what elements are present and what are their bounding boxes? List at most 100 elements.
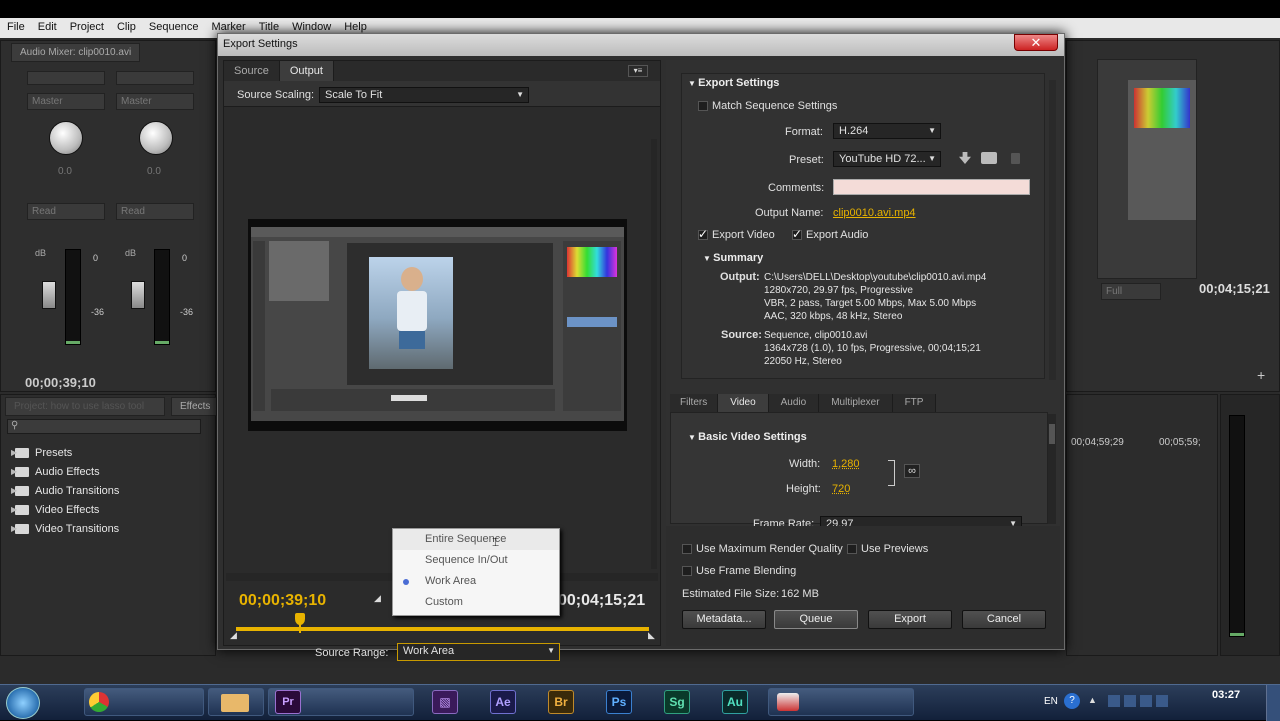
- export-settings-header[interactable]: Export Settings: [688, 77, 779, 89]
- set-in-point-icon[interactable]: ◢: [374, 593, 381, 604]
- queue-button[interactable]: Queue: [774, 610, 858, 629]
- taskbar-clock[interactable]: 03:27: [1212, 689, 1240, 701]
- menu-project[interactable]: Project: [63, 18, 110, 33]
- tray-icon-volume[interactable]: [1124, 695, 1136, 707]
- menu-title[interactable]: Title: [252, 18, 285, 33]
- checkbox[interactable]: [792, 227, 802, 241]
- help-icon[interactable]: ?: [1064, 693, 1080, 709]
- tab-multiplexer[interactable]: Multiplexer: [819, 394, 893, 412]
- range-end-handle[interactable]: ◣: [648, 630, 655, 641]
- audio-mixer-tab[interactable]: Audio Mixer: clip0010.avi: [11, 43, 141, 62]
- menu-marker[interactable]: Marker: [204, 18, 251, 33]
- master-label-1[interactable]: Master: [27, 93, 105, 110]
- expand-icon[interactable]: ▶: [11, 486, 17, 495]
- preset-select[interactable]: YouTube HD 72... ▼: [833, 151, 941, 167]
- audition-icon[interactable]: Au: [722, 690, 748, 714]
- menu-item-work-area[interactable]: Work Area: [393, 571, 559, 592]
- frame-blending-checkbox[interactable]: Use Frame Blending: [682, 565, 796, 577]
- expand-icon[interactable]: ▶: [11, 467, 17, 476]
- checkbox[interactable]: [682, 566, 692, 577]
- metadata-button[interactable]: Metadata...: [682, 610, 766, 629]
- cancel-button[interactable]: Cancel: [962, 610, 1046, 629]
- match-sequence-checkbox[interactable]: Match Sequence Settings: [698, 100, 837, 112]
- tab-output[interactable]: Output: [279, 61, 334, 81]
- expand-icon[interactable]: ▶: [11, 524, 17, 533]
- track-dropdown-1[interactable]: [27, 71, 105, 85]
- tab-filters[interactable]: Filters: [670, 394, 719, 412]
- height-value[interactable]: 720: [832, 483, 850, 495]
- export-button[interactable]: Export: [868, 610, 952, 629]
- effects-search-input[interactable]: ⚲: [7, 419, 201, 434]
- plus-icon[interactable]: +: [1257, 367, 1265, 383]
- tray-icon-power[interactable]: [1140, 695, 1152, 707]
- tray-icon-network[interactable]: [1108, 695, 1120, 707]
- fader-handle-1[interactable]: [42, 281, 56, 309]
- work-area-bar[interactable]: [236, 627, 649, 631]
- master-label-2[interactable]: Master: [116, 93, 194, 110]
- settings-vscrollbar[interactable]: [1048, 414, 1056, 524]
- language-indicator[interactable]: EN: [1044, 696, 1058, 707]
- preview-vscrollbar[interactable]: [651, 139, 657, 569]
- range-start-handle[interactable]: ◢: [230, 630, 237, 641]
- expand-icon[interactable]: ▶: [11, 448, 17, 457]
- tab-ftp[interactable]: FTP: [892, 394, 937, 412]
- delete-preset-icon[interactable]: [1011, 153, 1020, 164]
- use-previews-checkbox[interactable]: Use Previews: [847, 543, 928, 555]
- speedgrade-icon[interactable]: Sg: [664, 690, 690, 714]
- max-render-checkbox[interactable]: Use Maximum Render Quality: [682, 543, 843, 555]
- timecode-in[interactable]: 00;00;39;10: [239, 592, 326, 610]
- import-preset-icon[interactable]: [981, 152, 997, 164]
- menu-item-custom[interactable]: Custom: [393, 592, 559, 613]
- output-name-link[interactable]: clip0010.avi.mp4: [833, 207, 916, 219]
- tree-item-presets[interactable]: ▶ Presets: [1, 443, 211, 462]
- timecode-out[interactable]: 00;04;15;21: [558, 592, 645, 610]
- app-icon-purple[interactable]: ▧: [432, 690, 458, 714]
- menu-file[interactable]: File: [0, 18, 31, 33]
- automation-dropdown-2[interactable]: Read: [116, 203, 194, 220]
- effects-tab[interactable]: Effects: [171, 397, 217, 416]
- tree-item-video-transitions[interactable]: ▶ Video Transitions: [1, 519, 211, 538]
- taskbar-button-chrome[interactable]: [84, 688, 204, 716]
- tray-arrow-icon[interactable]: ▲: [1088, 695, 1097, 705]
- tab-video[interactable]: Video: [718, 394, 769, 412]
- pan-knob-1[interactable]: [49, 121, 83, 155]
- track-dropdown-2[interactable]: [116, 71, 194, 85]
- menu-item-sequence-in-out[interactable]: Sequence In/Out: [393, 550, 559, 571]
- menu-sequence[interactable]: Sequence: [142, 18, 205, 33]
- bridge-icon[interactable]: Br: [548, 690, 574, 714]
- taskbar-button-recorder[interactable]: [768, 688, 914, 716]
- source-scaling-select[interactable]: Scale To Fit ▼: [319, 87, 529, 103]
- menu-item-entire-sequence[interactable]: Entire Sequence: [393, 529, 559, 550]
- format-select[interactable]: H.264 ▼: [833, 123, 941, 139]
- source-range-select[interactable]: Work Area ▼: [397, 643, 560, 661]
- checkbox[interactable]: [682, 544, 692, 555]
- menu-edit[interactable]: Edit: [31, 18, 63, 33]
- expand-icon[interactable]: ▶: [11, 505, 17, 514]
- export-video-checkbox[interactable]: Export Video: [698, 227, 775, 241]
- fader-handle-2[interactable]: [131, 281, 145, 309]
- tree-item-audio-transitions[interactable]: ▶ Audio Transitions: [1, 481, 211, 500]
- width-value[interactable]: 1,280: [832, 458, 860, 470]
- tree-item-audio-effects[interactable]: ▶ Audio Effects: [1, 462, 211, 481]
- dialog-title-bar[interactable]: Export Settings: [218, 34, 1064, 56]
- link-icon[interactable]: ∞: [904, 464, 920, 478]
- menu-clip[interactable]: Clip: [110, 18, 142, 33]
- export-audio-checkbox[interactable]: Export Audio: [792, 227, 868, 241]
- tray-icon-flag[interactable]: [1156, 695, 1168, 707]
- taskbar-button-premiere[interactable]: Pr: [268, 688, 414, 716]
- checkbox[interactable]: [847, 544, 857, 555]
- basic-video-settings-header[interactable]: Basic Video Settings: [688, 431, 807, 443]
- resolution-dropdown[interactable]: Full: [1101, 283, 1161, 300]
- start-button[interactable]: [6, 687, 40, 719]
- after-effects-icon[interactable]: Ae: [490, 690, 516, 714]
- tree-item-video-effects[interactable]: ▶ Video Effects: [1, 500, 211, 519]
- close-button[interactable]: ✕: [1014, 34, 1058, 51]
- comments-input[interactable]: [833, 179, 1030, 195]
- summary-header[interactable]: Summary: [703, 252, 763, 264]
- tab-audio[interactable]: Audio: [768, 394, 820, 412]
- taskbar-button-folder[interactable]: [208, 688, 264, 716]
- automation-dropdown-1[interactable]: Read: [27, 203, 105, 220]
- menu-window[interactable]: Window: [285, 18, 337, 33]
- photoshop-icon[interactable]: Ps: [606, 690, 632, 714]
- menu-help[interactable]: Help: [337, 18, 373, 33]
